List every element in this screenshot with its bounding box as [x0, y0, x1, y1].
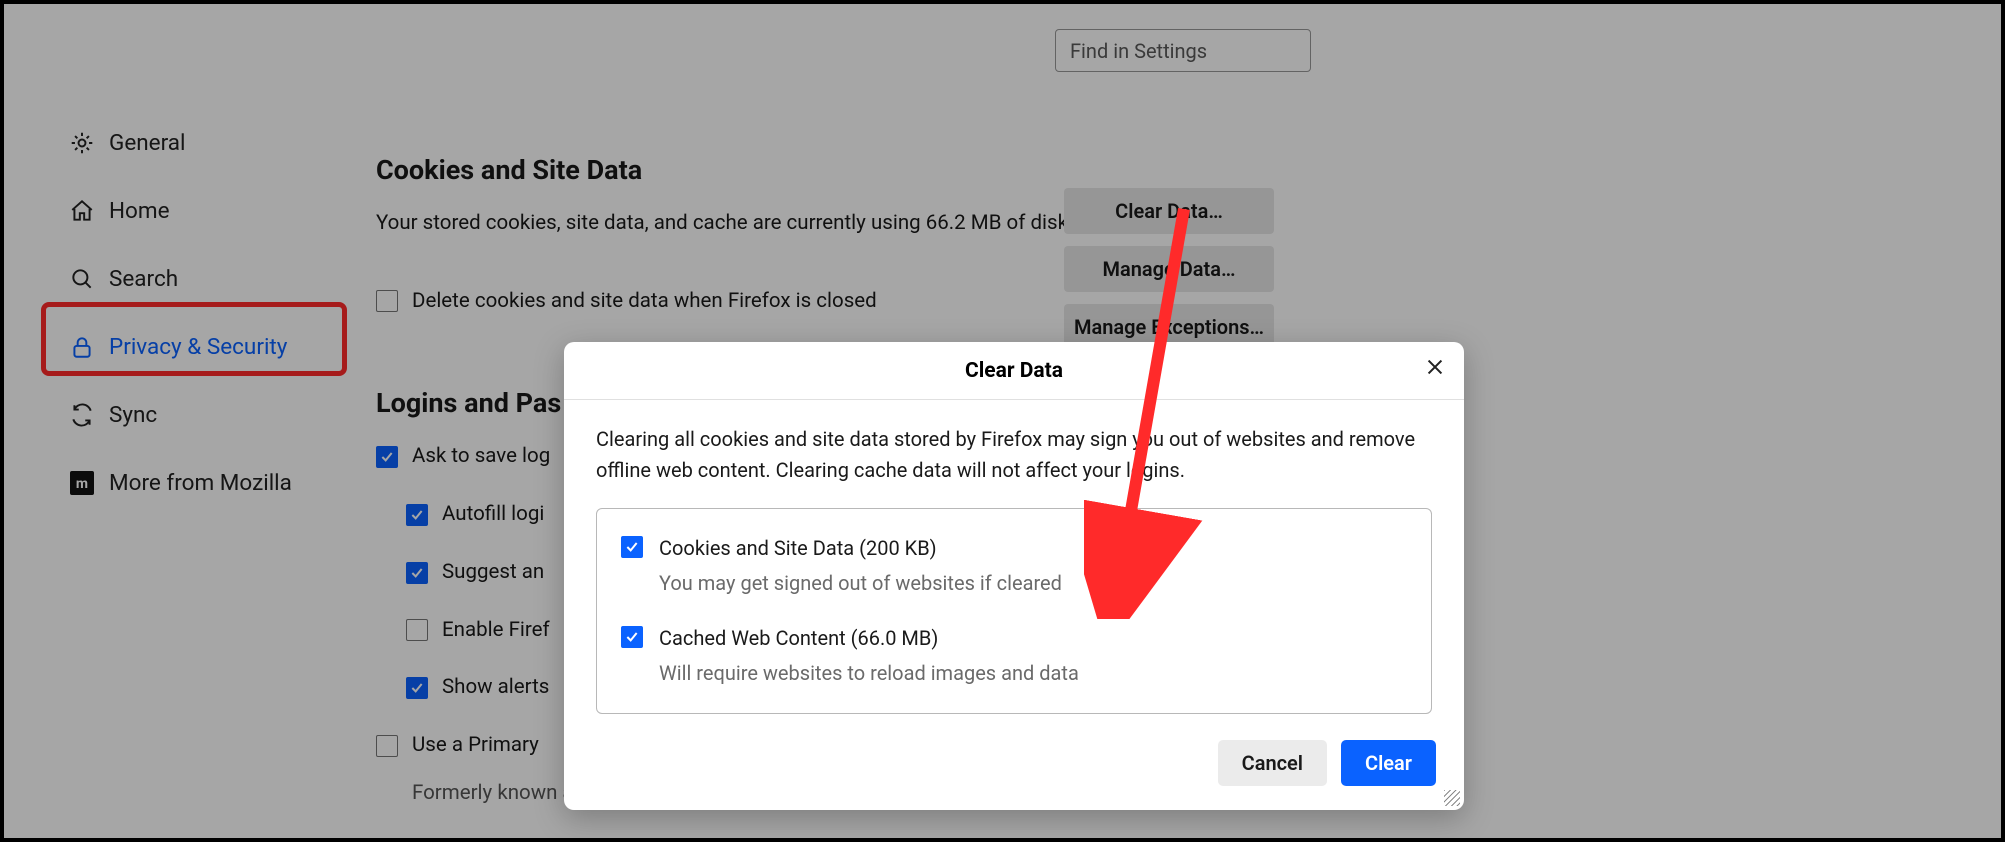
sidebar-label: Home — [109, 198, 170, 224]
sidebar-item-home[interactable]: Home — [57, 177, 310, 245]
mozilla-icon: m — [69, 470, 95, 496]
enable-firef-checkbox[interactable] — [406, 619, 428, 641]
delete-on-close-label: Delete cookies and site data when Firefo… — [412, 286, 877, 318]
clear-data-button[interactable]: Clear Data… — [1064, 188, 1274, 234]
suggest-checkbox[interactable] — [406, 562, 428, 584]
alerts-checkbox[interactable] — [406, 677, 428, 699]
sidebar-label: Sync — [109, 402, 157, 428]
cancel-button[interactable]: Cancel — [1218, 740, 1327, 786]
gear-icon — [69, 130, 95, 156]
search-icon — [69, 266, 95, 292]
ask-save-checkbox[interactable] — [376, 446, 398, 468]
dialog-options: Cookies and Site Data (200 KB) You may g… — [596, 508, 1432, 714]
ask-save-label: Ask to save log — [412, 441, 550, 473]
search-input[interactable] — [1055, 29, 1311, 72]
alerts-label: Show alerts — [442, 672, 549, 704]
cache-checkbox[interactable] — [621, 626, 643, 648]
cookies-desc-text: Your stored cookies, site data, and cach… — [376, 211, 1138, 235]
clear-data-dialog: Clear Data Clearing all cookies and site… — [564, 342, 1464, 810]
dialog-title: Clear Data — [965, 359, 1063, 383]
sync-icon — [69, 402, 95, 428]
cookies-option-label: Cookies and Site Data (200 KB) — [659, 533, 1062, 564]
suggest-label: Suggest an — [442, 557, 544, 589]
cache-option-sub: Will require websites to reload images a… — [659, 658, 1079, 689]
dialog-desc: Clearing all cookies and site data store… — [596, 424, 1432, 486]
autofill-checkbox[interactable] — [406, 504, 428, 526]
clear-button[interactable]: Clear — [1341, 740, 1436, 786]
sidebar-label: Privacy & Security — [109, 334, 287, 360]
home-icon — [69, 198, 95, 224]
settings-sidebar: General Home Search Privacy & Security S… — [57, 109, 310, 517]
primary-pass-checkbox[interactable] — [376, 735, 398, 757]
sidebar-item-general[interactable]: General — [57, 109, 310, 177]
cookies-heading: Cookies and Site Data — [376, 150, 1336, 192]
sidebar-item-privacy-security[interactable]: Privacy & Security — [57, 313, 310, 381]
sidebar-label: General — [109, 130, 186, 156]
manage-data-button[interactable]: Manage Data… — [1064, 246, 1274, 292]
sidebar-item-sync[interactable]: Sync — [57, 381, 310, 449]
cache-option-label: Cached Web Content (66.0 MB) — [659, 623, 1079, 654]
primary-pass-label: Use a Primary — [412, 730, 539, 762]
close-icon[interactable] — [1424, 356, 1446, 384]
sidebar-item-more-mozilla[interactable]: m More from Mozilla — [57, 449, 310, 517]
cookies-option-sub: You may get signed out of websites if cl… — [659, 568, 1062, 599]
dialog-header: Clear Data — [564, 342, 1464, 400]
sidebar-item-search[interactable]: Search — [57, 245, 310, 313]
sidebar-label: More from Mozilla — [109, 470, 292, 496]
cookies-checkbox[interactable] — [621, 536, 643, 558]
delete-on-close-checkbox[interactable] — [376, 290, 398, 312]
enable-firef-label: Enable Firef — [442, 615, 550, 647]
lock-icon — [69, 334, 95, 360]
svg-text:m: m — [76, 476, 88, 492]
autofill-label: Autofill logi — [442, 499, 544, 531]
sidebar-label: Search — [109, 266, 178, 292]
